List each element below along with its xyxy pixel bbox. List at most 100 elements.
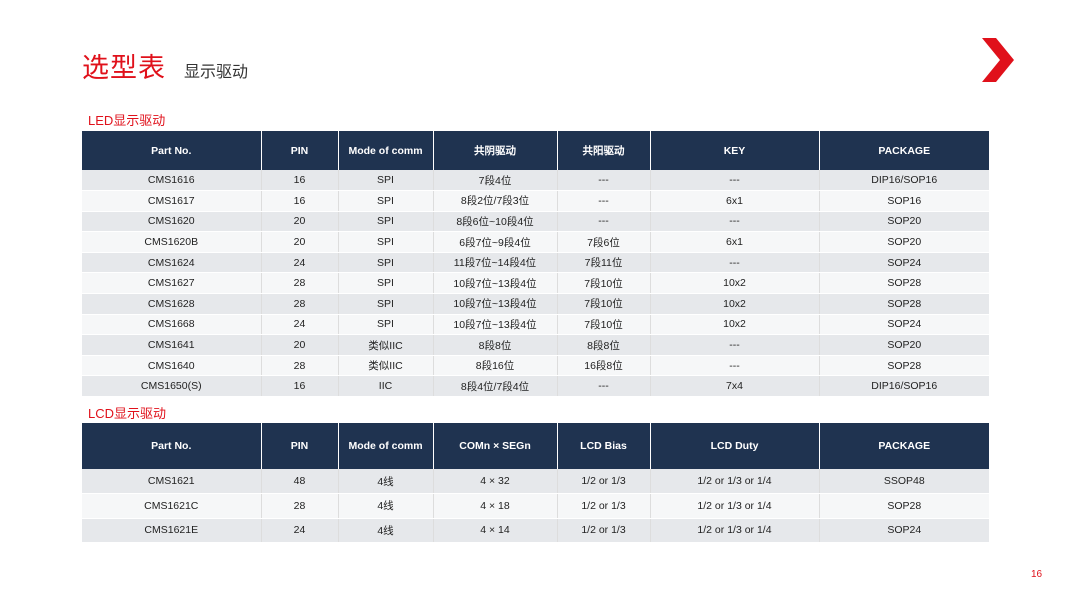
table-cell: --- (649, 211, 819, 233)
table-cell: 10x2 (649, 272, 819, 295)
table-cell: 1/2 or 1/3 or 1/4 (649, 493, 819, 519)
table-cell: --- (556, 170, 650, 192)
lcd-driver-table: Part No. PIN Mode of comm COMn × SEGn LCD Bi… (82, 423, 989, 543)
table-cell: CMS1621C (82, 493, 261, 519)
table-cell: CMS1621E (82, 518, 261, 543)
table-cell: SSOP48 (818, 469, 989, 494)
table-cell: 7x4 (649, 375, 819, 398)
table-cell: --- (649, 355, 819, 377)
table-cell: CMS1617 (82, 190, 261, 212)
table-cell: SOP24 (818, 314, 989, 336)
table-cell: DIP16/SOP16 (818, 170, 989, 192)
table-cell: 7段10位 (556, 272, 650, 295)
table-cell: 16 (260, 170, 338, 192)
lcd-column-header: PACKAGE (818, 423, 989, 469)
lcd-section-label: LCD显示驱动 (88, 406, 167, 421)
table-cell: 1/2 or 1/3 (556, 493, 650, 519)
table-cell: CMS1620B (82, 231, 261, 253)
table-cell: 8段2位/7段3位 (432, 190, 557, 212)
table-cell: SOP24 (818, 518, 989, 543)
table-cell: 10段7位~13段4位 (432, 272, 557, 295)
table-row: CMS1641 20 类似IIC 8段8位 8段8位 --- SOP20 (82, 334, 989, 356)
table-cell: --- (556, 375, 650, 398)
table-cell: SOP20 (818, 334, 989, 356)
table-cell: --- (556, 190, 650, 212)
table-row: CMS1627 28 SPI 10段7位~13段4位 7段10位 10x2 SOP28 (82, 272, 989, 295)
table-cell: SPI (337, 252, 433, 274)
led-driver-table: Part No. PIN Mode of comm 共阴驱动 共阳驱动 KEY PACKAG… (82, 131, 989, 398)
table-cell: 7段10位 (556, 314, 650, 336)
table-cell: SPI (337, 293, 433, 315)
led-column-header: PIN (260, 131, 338, 170)
table-cell: 6段7位~9段4位 (432, 231, 557, 253)
table-cell: 28 (260, 355, 338, 377)
led-column-header: KEY (649, 131, 819, 170)
table-cell: SPI (337, 170, 433, 192)
table-cell: 7段10位 (556, 293, 650, 315)
table-cell: 4线 (337, 518, 433, 543)
lcd-column-header: LCD Bias (556, 423, 650, 469)
led-column-header: PACKAGE (818, 131, 989, 170)
table-cell: 7段4位 (432, 170, 557, 192)
table-cell: 4 × 32 (432, 469, 557, 494)
table-cell: 10x2 (649, 314, 819, 336)
table-cell: 28 (260, 493, 338, 519)
table-cell: SOP16 (818, 190, 989, 212)
table-cell: 7段11位 (556, 252, 650, 274)
table-cell: DIP16/SOP16 (818, 375, 989, 398)
brand-chevron-logo (982, 38, 1014, 82)
table-cell: SOP28 (818, 493, 989, 519)
table-row: CMS1668 24 SPI 10段7位~13段4位 7段10位 10x2 SOP24 (82, 314, 989, 336)
table-cell: 24 (260, 252, 338, 274)
lcd-column-header: COMn × SEGn (432, 423, 557, 469)
table-row: CMS1617 16 SPI 8段2位/7段3位 --- 6x1 SOP16 (82, 190, 989, 212)
led-column-header: 共阳驱动 (556, 131, 650, 170)
table-cell: IIC (337, 375, 433, 398)
table-cell: SOP28 (818, 272, 989, 295)
table-cell: 1/2 or 1/3 or 1/4 (649, 469, 819, 494)
table-cell: CMS1640 (82, 355, 261, 377)
lcd-header-row: Part No. PIN Mode of comm COMn × SEGn LCD Bi… (82, 423, 989, 469)
table-cell: 4 × 14 (432, 518, 557, 543)
table-cell: 20 (260, 211, 338, 233)
table-cell: SOP20 (818, 211, 989, 233)
table-cell: 8段8位 (432, 334, 557, 356)
table-cell: 4线 (337, 493, 433, 519)
table-row: CMS1624 24 SPI 11段7位~14段4位 7段11位 --- SOP24 (82, 252, 989, 274)
table-cell: CMS1627 (82, 272, 261, 295)
led-table-body: CMS1616 16 SPI 7段4位 --- --- DIP16/SOP16 CMS1617… (82, 170, 989, 398)
lcd-column-header: Part No. (82, 423, 261, 469)
table-row: CMS1621E 24 4线 4 × 14 1/2 or 1/3 1/2 or 1/3 o… (82, 518, 989, 543)
page-number: 16 (1031, 569, 1043, 580)
table-cell: --- (649, 252, 819, 274)
table-row: CMS1650(S) 16 IIC 8段4位/7段4位 --- 7x4 DIP16/SOP1… (82, 375, 989, 398)
page-subtitle: 显示驱动 (184, 64, 249, 81)
led-section-label: LED显示驱动 (88, 113, 166, 128)
table-cell: 10x2 (649, 293, 819, 315)
led-header-row: Part No. PIN Mode of comm 共阴驱动 共阳驱动 KEY PACKAG… (82, 131, 989, 170)
page-title: 选型表 (82, 53, 166, 83)
table-cell: 20 (260, 334, 338, 356)
table-cell: SPI (337, 231, 433, 253)
table-cell: CMS1668 (82, 314, 261, 336)
table-cell: SPI (337, 272, 433, 295)
table-cell: 1/2 or 1/3 (556, 469, 650, 494)
table-cell: CMS1624 (82, 252, 261, 274)
table-cell: 11段7位~14段4位 (432, 252, 557, 274)
table-cell: 类似IIC (337, 334, 433, 356)
table-cell: 8段4位/7段4位 (432, 375, 557, 398)
table-cell: CMS1650(S) (82, 375, 261, 398)
table-cell: CMS1621 (82, 469, 261, 494)
table-cell: SPI (337, 190, 433, 212)
table-cell: 8段6位~10段4位 (432, 211, 557, 233)
table-cell: 28 (260, 272, 338, 295)
table-cell: 1/2 or 1/3 (556, 518, 650, 543)
table-cell: 24 (260, 314, 338, 336)
table-cell: 16段8位 (556, 355, 650, 377)
table-cell: 48 (260, 469, 338, 494)
lcd-column-header: Mode of comm (337, 423, 433, 469)
table-row: CMS1620 20 SPI 8段6位~10段4位 --- --- SOP20 (82, 211, 989, 233)
table-cell: --- (649, 170, 819, 192)
lcd-column-header: LCD Duty (649, 423, 819, 469)
table-row: CMS1628 28 SPI 10段7位~13段4位 7段10位 10x2 SOP28 (82, 293, 989, 315)
